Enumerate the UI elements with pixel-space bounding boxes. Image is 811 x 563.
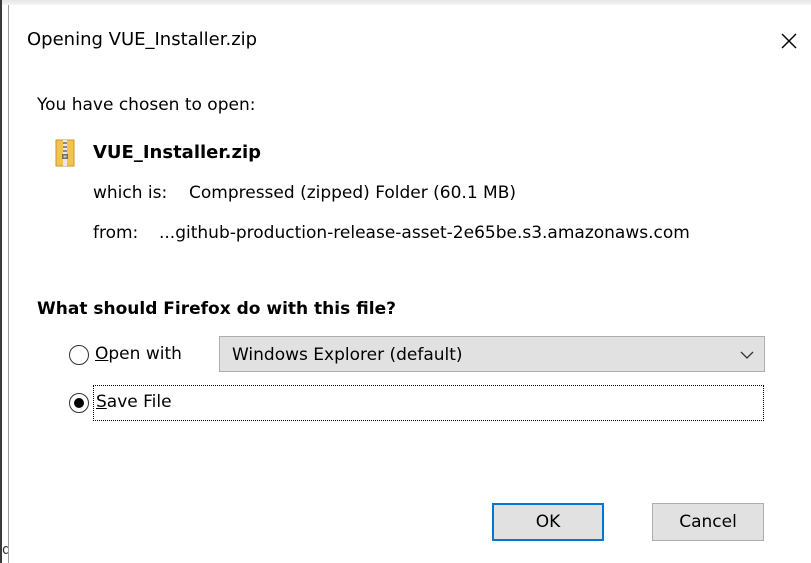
open-with-radio[interactable]: [69, 345, 89, 365]
file-type-value: Compressed (zipped) Folder (60.1 MB): [189, 183, 517, 203]
open-with-app-select[interactable]: Windows Explorer (default): [219, 336, 765, 372]
cancel-button[interactable]: Cancel: [652, 503, 764, 541]
file-type-label: which is:: [93, 183, 168, 203]
open-with-app-value: Windows Explorer (default): [232, 345, 463, 365]
open-file-dialog: Opening VUE_Installer.zip You have chose…: [8, 5, 811, 563]
window-left-edge: [0, 0, 2, 563]
close-icon: [781, 33, 797, 49]
file-source-value: ...github-production-release-asset-2e65b…: [159, 223, 690, 243]
close-button[interactable]: [769, 21, 809, 61]
save-file-accelerator: S: [96, 392, 107, 412]
zip-folder-icon: [55, 139, 75, 167]
chevron-down-icon: [740, 351, 754, 359]
save-file-label: Save File: [96, 392, 172, 412]
save-file-focus-box[interactable]: Save File: [93, 385, 764, 421]
file-source-label: from:: [93, 223, 139, 243]
save-file-radio[interactable]: [69, 393, 89, 413]
save-file-label-text: ave File: [106, 392, 172, 412]
dialog-titlebar: Opening VUE_Installer.zip: [9, 5, 811, 75]
dialog-title: Opening VUE_Installer.zip: [27, 29, 258, 50]
file-name: VUE_Installer.zip: [93, 142, 262, 163]
ok-button[interactable]: OK: [492, 503, 604, 541]
open-with-accelerator: O: [95, 344, 109, 364]
open-with-label[interactable]: Open with: [95, 344, 182, 364]
open-with-label-text: pen with: [108, 344, 182, 364]
screen: d Opening VUE_Installer.zip You have cho…: [0, 0, 811, 563]
action-question: What should Firefox do with this file?: [37, 299, 396, 319]
open-prompt: You have chosen to open:: [37, 95, 256, 115]
